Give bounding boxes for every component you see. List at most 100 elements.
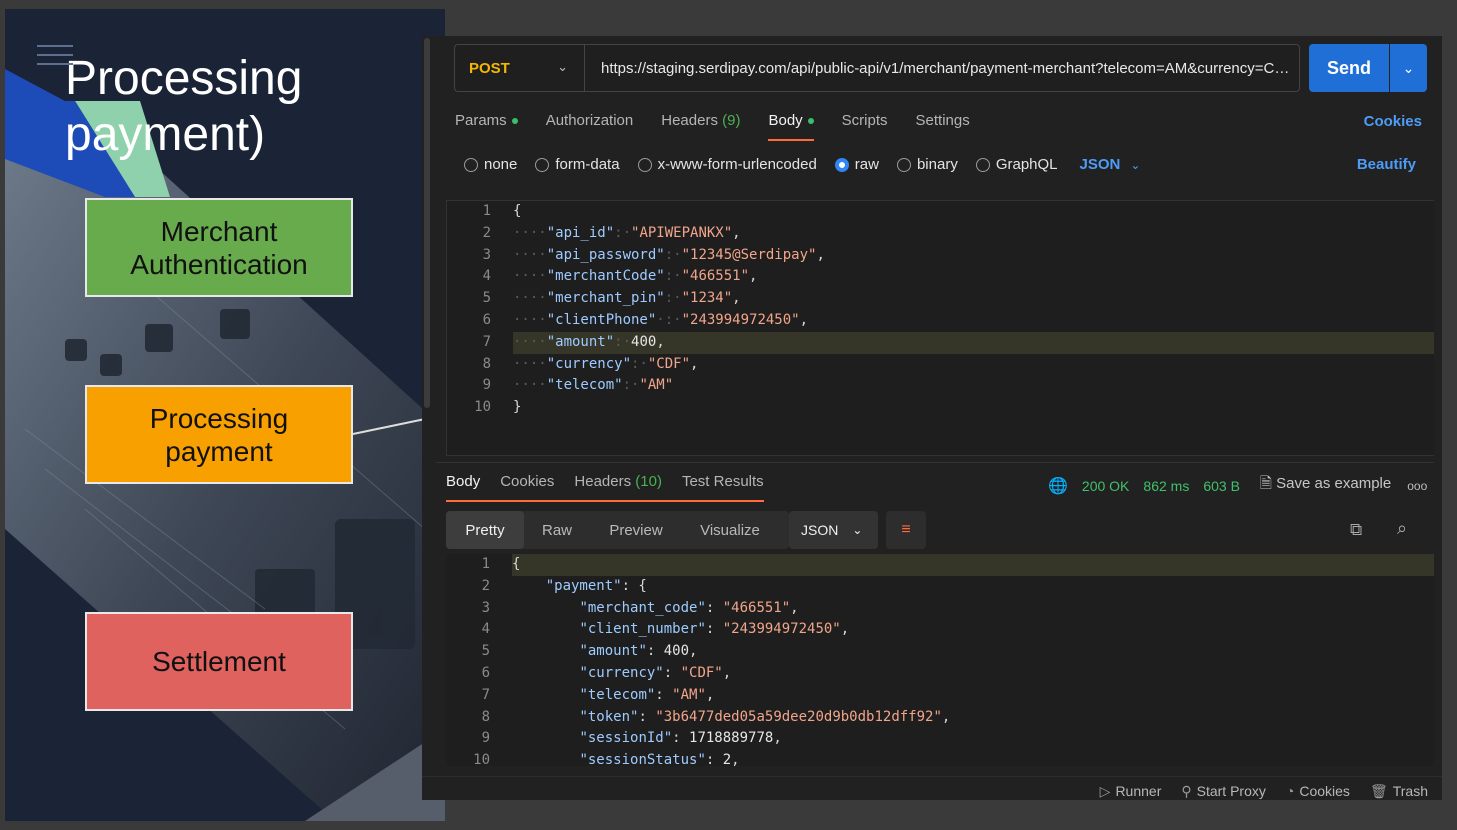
hamburger-menu-icon[interactable] [37,45,73,72]
line-number: 2 [482,224,491,241]
params-indicator-dot [511,118,518,125]
tab-settings[interactable]: Settings [916,112,970,129]
code-text: "merchant_code": "466551", [512,598,798,620]
url-input[interactable]: https://staging.serdipay.com/api/public-… [584,44,1300,92]
radio-binary[interactable]: binary [896,156,958,173]
code-token: "telecom" [546,377,623,394]
more-options-icon[interactable]: ooo [1407,479,1427,493]
code-token: , [656,333,665,350]
tab-settings-label: Settings [915,112,970,129]
vertical-scrollbar[interactable] [424,38,430,408]
radio-raw[interactable]: raw [834,156,879,173]
code-token: } [513,399,522,416]
code-token: "sessionId" [579,730,673,747]
code-token: , [731,752,740,766]
send-button[interactable]: Send [1309,44,1389,92]
response-view-modes: Pretty Raw Preview Visualize [446,511,789,549]
code-token: "telecom" [579,686,656,703]
pane-divider[interactable] [436,462,1434,463]
radio-urlencoded-label: x-www-form-urlencoded [657,156,817,173]
copy-icon[interactable]: ⧉ [1350,520,1362,540]
view-pretty-button[interactable]: Pretty [446,511,524,549]
resp-tab-headers[interactable]: Headers (10) [574,473,662,490]
radio-graphql-label: GraphQL [995,156,1058,173]
code-text: ····"merchant_pin":·"1234", [513,288,741,310]
resp-headers-count: (10) [635,473,662,490]
current-line-highlight [512,554,1434,576]
response-size[interactable]: 603 B [1203,478,1240,494]
code-line: 5 "amount": 400, [446,641,1434,663]
cookies-link[interactable]: Cookies [1364,113,1422,130]
line-number: 6 [482,311,491,328]
code-token: "CDF" [647,355,691,372]
code-text: ····"api_id":·"APIWEPANKX", [513,223,741,245]
resp-tab-body[interactable]: Body [446,473,480,490]
slide-title-line2: payment) [65,108,266,161]
request-body-editor[interactable]: 1{2 ····"api_id":·"APIWEPANKX", 3 ····"api_… [446,200,1434,456]
line-number: 1 [482,203,491,219]
radio-x-www-form-urlencoded[interactable]: x-www-form-urlencoded [637,156,817,173]
radio-none[interactable]: none [464,156,517,173]
code-text: "sessionId": 1718889778, [512,728,782,750]
trash-icon: 🗑 [1369,783,1388,799]
line-number: 7 [482,333,491,350]
save-as-example-button[interactable]: 🗎 Save as example [1260,473,1391,498]
code-token: { [512,556,521,572]
code-line: 9 "sessionId": 1718889778, [446,728,1434,750]
code-text: "client_number": "243994972450", [512,619,849,641]
url-text: https://staging.serdipay.com/api/public-… [601,59,1291,77]
tab-body[interactable]: Body [768,112,814,141]
runner-button[interactable]: ▷ Runner [1100,783,1162,800]
tab-scripts[interactable]: Scripts [842,112,888,129]
code-token: "12345@Serdipay" [681,246,817,263]
method-select[interactable]: POST ⌄ [454,44,584,92]
resp-tab-cookies[interactable]: Cookies [500,473,554,490]
response-body-viewer[interactable]: 1{2 "payment": {3 "merchant_code": "4665… [446,554,1434,766]
send-options-chevron-icon[interactable]: ⌄ [1390,44,1427,92]
request-tabs: Params Authorization Headers (9) Body Sc… [455,112,970,141]
code-token: : { [621,577,647,594]
wrap-lines-icon[interactable]: ≡ [886,511,926,549]
status-code[interactable]: 200 OK [1082,478,1129,494]
tab-params[interactable]: Params [455,112,518,129]
network-globe-icon[interactable]: 🌐 [1048,476,1068,496]
code-token: { [513,203,522,219]
resp-tab-test-results[interactable]: Test Results [682,473,764,490]
code-line: 4 "client_number": "243994972450", [446,619,1434,641]
view-preview-button[interactable]: Preview [590,511,682,549]
code-text: { [513,201,521,223]
code-token: :· [622,377,640,394]
code-text: "token": "3b6477ded05a59dee20d9b0db12dff… [512,707,950,729]
response-format-select[interactable]: JSON ⌄ [789,511,878,549]
beautify-button[interactable]: Beautify [1357,156,1416,173]
code-token: , [773,730,782,747]
save-as-example-label: Save as example [1276,475,1392,492]
start-proxy-button[interactable]: ⚲ Start Proxy [1181,783,1266,800]
view-raw-button[interactable]: Raw [524,511,590,549]
body-format-select[interactable]: JSON ⌄ [1076,156,1141,173]
response-time[interactable]: 862 ms [1143,478,1189,494]
footer-cookies-button[interactable]: ◔ Cookies [1286,783,1350,800]
code-token: :· [664,246,682,263]
save-icon: 🗎 [1259,475,1272,492]
radio-graphql[interactable]: GraphQL [975,156,1058,173]
code-token: 400 [663,643,690,660]
line-number: 9 [482,377,491,394]
search-icon[interactable]: ⌕ [1397,518,1407,539]
tab-authorization[interactable]: Authorization [546,112,634,129]
tab-params-label: Params [455,112,507,129]
view-visualize-button[interactable]: Visualize [682,511,778,549]
code-line: 8 ····"currency":·"CDF", [447,354,1434,376]
code-text: ····"telecom":·"AM" [513,375,673,397]
code-token: "token" [579,708,639,725]
runner-label: Runner [1115,783,1162,799]
tab-headers[interactable]: Headers (9) [661,112,740,129]
radio-form-data[interactable]: form-data [535,156,620,173]
code-token: "243994972450" [681,311,800,328]
method-label: POST [469,59,510,77]
line-number: 4 [482,268,491,285]
trash-button[interactable]: 🗑 Trash [1370,783,1428,800]
line-number: 1 [481,556,490,572]
